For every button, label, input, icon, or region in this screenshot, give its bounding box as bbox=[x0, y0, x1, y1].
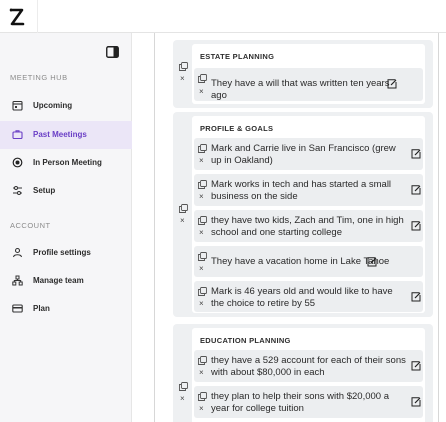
sidebar-item-upcoming[interactable]: Upcoming bbox=[0, 93, 132, 119]
top-bar bbox=[0, 0, 446, 33]
copy-icon[interactable] bbox=[198, 216, 207, 225]
sidebar-item-label: Setup bbox=[33, 186, 56, 195]
remove-icon[interactable]: × bbox=[199, 369, 204, 377]
list-item[interactable]: × Mark and Carrie live in San Francisco … bbox=[194, 138, 423, 170]
item-text: They have a vacation home in Lake Tahoe bbox=[211, 256, 390, 267]
edit-icon[interactable] bbox=[411, 185, 421, 195]
section-profile-goals: × PROFILE & GOALS × Mark and Carrie live… bbox=[173, 112, 433, 317]
remove-icon[interactable]: × bbox=[199, 229, 204, 237]
section-controls: × bbox=[179, 382, 189, 403]
section-card: PROFILE & GOALS × Mark and Carrie live i… bbox=[192, 116, 425, 313]
item-text: They have a will that was written ten ye… bbox=[211, 78, 390, 101]
copy-icon[interactable] bbox=[198, 144, 207, 153]
calendar-icon bbox=[12, 100, 23, 111]
sidebar-item-label: Manage team bbox=[33, 276, 84, 285]
section-card: ESTATE PLANNING × They have a will that … bbox=[192, 44, 425, 104]
item-text: Mark and Carrie live in San Francisco (g… bbox=[211, 143, 396, 166]
copy-icon[interactable] bbox=[198, 74, 207, 83]
meeting-hub-heading: MEETING HUB bbox=[10, 73, 68, 82]
section-title: PROFILE & GOALS bbox=[200, 124, 274, 133]
account-heading: ACCOUNT bbox=[10, 221, 51, 230]
app-logo[interactable] bbox=[9, 8, 25, 26]
section-card: EDUCATION PLANNING × they have a 529 acc… bbox=[192, 328, 425, 422]
sidebar: MEETING HUB Upcoming Past Meetings In Pe… bbox=[0, 33, 132, 422]
team-icon bbox=[12, 275, 23, 286]
copy-icon[interactable] bbox=[198, 180, 207, 189]
remove-icon[interactable]: × bbox=[180, 75, 189, 83]
sidebar-item-manage-team[interactable]: Manage team bbox=[0, 268, 132, 294]
sidebar-item-label: Past Meetings bbox=[33, 130, 87, 139]
edit-icon[interactable] bbox=[411, 149, 421, 159]
remove-icon[interactable]: × bbox=[199, 193, 204, 201]
copy-icon[interactable] bbox=[179, 204, 188, 213]
user-icon bbox=[12, 247, 23, 258]
sidebar-item-in-person-meeting[interactable]: In Person Meeting bbox=[0, 150, 132, 176]
copy-icon[interactable] bbox=[198, 356, 207, 365]
remove-icon[interactable]: × bbox=[199, 88, 204, 96]
edit-icon[interactable] bbox=[411, 361, 421, 371]
item-text: Mark is 46 years old and would like to h… bbox=[211, 286, 393, 309]
divider-line bbox=[438, 33, 439, 422]
item-text: they have a 529 account for each of thei… bbox=[211, 355, 406, 378]
sidebar-item-label: Plan bbox=[33, 304, 50, 313]
list-item[interactable]: × Mark works in tech and has started a s… bbox=[194, 174, 423, 206]
app-window: MEETING HUB Upcoming Past Meetings In Pe… bbox=[0, 0, 446, 422]
edit-icon[interactable] bbox=[411, 221, 421, 231]
section-title: EDUCATION PLANNING bbox=[200, 336, 291, 345]
remove-icon[interactable]: × bbox=[199, 157, 204, 165]
main-content: × ESTATE PLANNING × They have a will tha… bbox=[132, 33, 446, 422]
edit-icon[interactable] bbox=[411, 397, 421, 407]
edit-icon[interactable] bbox=[411, 292, 421, 302]
sidebar-item-label: Profile settings bbox=[33, 248, 91, 257]
sidebar-item-plan[interactable]: Plan bbox=[0, 296, 132, 322]
item-text: they have two kids, Zach and Tim, one in… bbox=[211, 215, 404, 238]
list-item[interactable]: × they have a 529 account for each of th… bbox=[194, 350, 423, 382]
remove-icon[interactable]: × bbox=[199, 265, 204, 273]
sidebar-item-label: In Person Meeting bbox=[33, 158, 102, 167]
copy-icon[interactable] bbox=[179, 382, 188, 391]
copy-icon[interactable] bbox=[179, 62, 188, 71]
divider-line bbox=[154, 33, 155, 422]
item-text: they plan to help their sons with $20,00… bbox=[211, 391, 389, 414]
sidebar-item-profile-settings[interactable]: Profile settings bbox=[0, 240, 132, 266]
sidebar-item-past-meetings[interactable]: Past Meetings bbox=[0, 121, 132, 149]
section-controls: × bbox=[179, 204, 189, 225]
edit-icon[interactable] bbox=[367, 257, 377, 267]
section-estate-planning: × ESTATE PLANNING × They have a will tha… bbox=[173, 40, 433, 108]
list-item[interactable]: × Mark is 46 years old and would like to… bbox=[194, 281, 423, 312]
copy-icon[interactable] bbox=[198, 252, 207, 261]
remove-icon[interactable]: × bbox=[199, 405, 204, 413]
list-item[interactable]: × they plan to help their sons with $20,… bbox=[194, 386, 423, 418]
sidebar-item-label: Upcoming bbox=[33, 101, 73, 110]
remove-icon[interactable]: × bbox=[180, 217, 189, 225]
section-title: ESTATE PLANNING bbox=[200, 52, 275, 61]
card-icon bbox=[12, 304, 23, 313]
list-item[interactable]: × They have a vacation home in Lake Taho… bbox=[194, 246, 423, 277]
item-text: Mark works in tech and has started a sma… bbox=[211, 179, 392, 202]
edit-icon[interactable] bbox=[387, 79, 397, 89]
sidebar-item-setup[interactable]: Setup bbox=[0, 178, 132, 204]
topbar-divider bbox=[37, 0, 38, 33]
remove-icon[interactable]: × bbox=[180, 395, 189, 403]
briefcase-icon bbox=[12, 130, 23, 140]
copy-icon[interactable] bbox=[198, 392, 207, 401]
section-controls: × bbox=[179, 62, 189, 83]
section-education-planning: × EDUCATION PLANNING × they have a 529 a… bbox=[173, 324, 433, 422]
remove-icon[interactable]: × bbox=[199, 300, 204, 308]
sidebar-toggle-icon[interactable] bbox=[106, 46, 119, 58]
list-item[interactable]: × they have two kids, Zach and Tim, one … bbox=[194, 210, 423, 242]
list-item[interactable]: × They have a will that was written ten … bbox=[194, 68, 423, 101]
record-icon bbox=[12, 157, 23, 168]
copy-icon[interactable] bbox=[198, 287, 207, 296]
sliders-icon bbox=[13, 186, 22, 195]
